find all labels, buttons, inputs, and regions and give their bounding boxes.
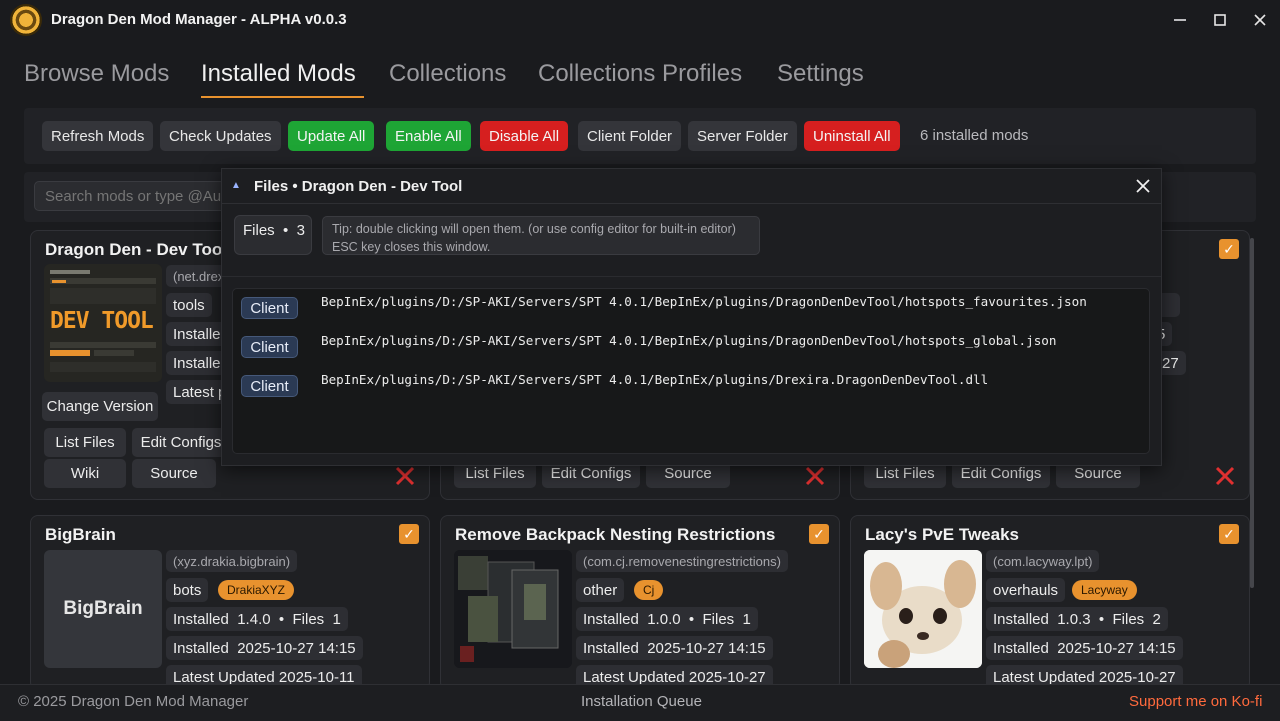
mod-title: Dragon Den - Dev Tool: [45, 240, 227, 259]
refresh-mods-button[interactable]: Refresh Mods: [42, 121, 154, 151]
installed-version: Installed 1.4.0 • Files 1: [166, 607, 348, 631]
installation-queue-link[interactable]: Installation Queue: [581, 693, 702, 710]
update-all-button[interactable]: Update All: [288, 121, 375, 151]
mod-category: other: [576, 578, 625, 602]
source-button[interactable]: Source: [132, 459, 216, 488]
author-badge[interactable]: DrakiaXYZ: [218, 580, 295, 600]
tab-settings[interactable]: Settings: [777, 60, 864, 88]
author-badge[interactable]: Lacyway: [1072, 580, 1137, 600]
thumbnail-text: BigBrain: [63, 598, 143, 619]
installed-date: Installed 2025-10-27 14:15: [576, 636, 773, 660]
tip-line: ESC key closes this window.: [332, 240, 491, 254]
mod-category: overhauls: [986, 578, 1066, 602]
tab-collections[interactable]: Collections: [389, 60, 506, 88]
client-tag: Client: [241, 297, 298, 319]
uninstall-x-icon[interactable]: [395, 466, 415, 486]
file-path[interactable]: BepInEx/plugins/D:/SP-AKI/Servers/SPT 4.…: [321, 372, 988, 387]
list-files-button[interactable]: List Files: [44, 428, 126, 457]
enabled-checkbox[interactable]: ✓: [399, 524, 419, 544]
disable-all-button[interactable]: Disable All: [480, 121, 569, 151]
installed-version: Installed 1.0.0 • Files 1: [576, 607, 758, 631]
file-path[interactable]: BepInEx/plugins/D:/SP-AKI/Servers/SPT 4.…: [321, 294, 1087, 309]
installed-date: Installed 2025-10-27 14:15: [166, 636, 363, 660]
mod-thumbnail: [454, 550, 572, 668]
mod-id: (xyz.drakia.bigbrain): [166, 550, 298, 572]
enabled-checkbox[interactable]: ✓: [1219, 524, 1239, 544]
kofi-support-link[interactable]: Support me on Ko-fi: [1129, 693, 1262, 710]
mod-title: BigBrain: [45, 525, 116, 544]
tab-collections-profiles[interactable]: Collections Profiles: [538, 60, 742, 88]
tip-line: Tip: double clicking will open them. (or…: [332, 222, 736, 236]
modal-title: Files • Dragon Den - Dev Tool: [254, 178, 463, 195]
tip-box: Tip: double clicking will open them. (or…: [322, 216, 760, 255]
check-updates-button[interactable]: Check Updates: [160, 121, 281, 151]
installed-mods-count: 6 installed mods: [920, 127, 1029, 144]
edit-configs-button[interactable]: Edit Configs: [132, 428, 230, 457]
window-title: Dragon Den Mod Manager - ALPHA v0.0.3: [51, 11, 347, 28]
installed-date: Installe: [166, 351, 228, 375]
enabled-checkbox[interactable]: ✓: [809, 524, 829, 544]
thumbnail-text: DEV TOOL: [50, 308, 154, 334]
mod-id: (com.cj.removenestingrestrictions): [576, 550, 788, 572]
change-version-button[interactable]: Change Version: [42, 392, 158, 421]
collapse-caret-icon[interactable]: ▲: [231, 180, 241, 191]
server-folder-button[interactable]: Server Folder: [688, 121, 797, 151]
mod-title: Remove Backpack Nesting Restrictions: [455, 525, 776, 544]
client-tag: Client: [241, 375, 298, 397]
author-badge[interactable]: Cj: [634, 580, 664, 600]
mod-category: tools: [166, 293, 212, 317]
close-icon[interactable]: [1246, 6, 1274, 34]
wiki-button[interactable]: Wiki: [44, 459, 126, 488]
mod-title: Lacy's PvE Tweaks: [865, 525, 1019, 544]
files-count-chip: Files • 3: [234, 215, 312, 255]
minimize-icon[interactable]: [1166, 6, 1194, 34]
enabled-checkbox[interactable]: ✓: [1219, 239, 1239, 259]
installed-date: Installed 2025-10-27 14:15: [986, 636, 1183, 660]
uninstall-x-icon[interactable]: [805, 466, 825, 486]
tab-installed-mods[interactable]: Installed Mods: [201, 60, 356, 88]
modal-close-icon[interactable]: [1132, 175, 1154, 197]
maximize-icon[interactable]: [1206, 6, 1234, 34]
uninstall-all-button[interactable]: Uninstall All: [804, 121, 900, 151]
mod-thumbnail: [864, 550, 982, 668]
uninstall-x-icon[interactable]: [1215, 466, 1235, 486]
mod-category: bots: [166, 578, 209, 602]
mod-thumbnail: DEV TOOL: [44, 264, 162, 382]
tab-browse-mods[interactable]: Browse Mods: [24, 60, 169, 88]
modal-divider: [222, 276, 1161, 277]
mod-id: (com.lacyway.lpt): [986, 550, 1100, 572]
client-tag: Client: [241, 336, 298, 358]
active-tab-indicator: [201, 96, 364, 98]
installed-version: Installed 1.0.3 • Files 2: [986, 607, 1168, 631]
client-folder-button[interactable]: Client Folder: [578, 121, 682, 151]
scrollbar[interactable]: [1250, 238, 1254, 588]
file-path[interactable]: BepInEx/plugins/D:/SP-AKI/Servers/SPT 4.…: [321, 333, 1056, 348]
mod-thumbnail: BigBrain: [44, 550, 162, 668]
copyright-text: © 2025 Dragon Den Mod Manager: [18, 693, 249, 710]
installed-version: Installe: [166, 322, 228, 346]
enable-all-button[interactable]: Enable All: [386, 121, 471, 151]
modal-divider: [222, 203, 1161, 204]
app-logo-icon: [10, 4, 42, 36]
files-list: [232, 288, 1150, 454]
